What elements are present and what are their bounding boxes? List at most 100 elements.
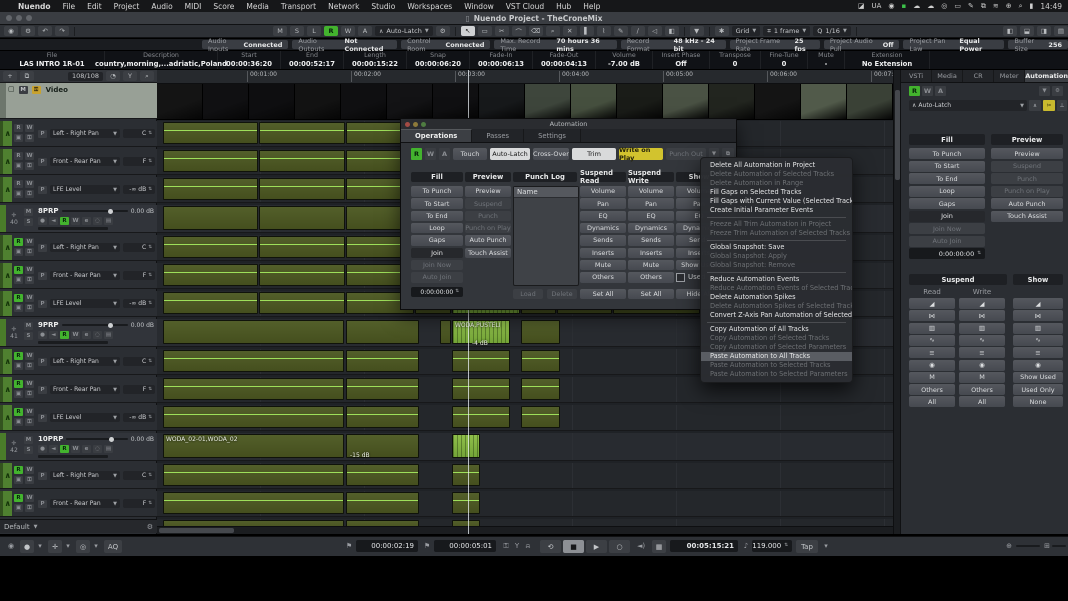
mute-button[interactable]: M	[19, 86, 28, 94]
automation-panel-window-controls[interactable]	[405, 122, 426, 127]
preset-name[interactable]: Default	[4, 523, 30, 531]
value-stepper-icon[interactable]: ⇅	[148, 474, 152, 478]
cycle-button[interactable]: ⟲	[540, 540, 561, 553]
fill-loop-button[interactable]: Loop	[909, 186, 985, 197]
suspend-read-dynamics-icon[interactable]: ∿	[909, 335, 955, 346]
trim-mode-icon[interactable]: ⊥	[1057, 100, 1067, 111]
volume-slider-knob[interactable]	[109, 437, 114, 442]
ap-suspend-read-volume-button[interactable]: Volume	[580, 186, 626, 197]
read-automation-button[interactable]: R	[14, 408, 23, 416]
stop-button[interactable]: ■	[563, 540, 584, 553]
parameter-select[interactable]: Front - Rear Pan▼	[50, 271, 120, 280]
automation-lane-header[interactable]: ∧RW▣⚿PFront - Rear Pan▼F⇅	[0, 263, 157, 289]
suspend-write-all-button[interactable]: All	[959, 396, 1005, 407]
glue-tool[interactable]: ⌒	[512, 26, 526, 36]
ap-preview-touch-assist-button[interactable]: Touch Assist	[465, 248, 511, 259]
color-menu-icon[interactable]: ▼	[690, 26, 704, 36]
read-automation-button[interactable]: R	[14, 180, 23, 188]
show-used-button[interactable]: Show Used	[1013, 372, 1063, 383]
edit-icon[interactable]: ▣	[14, 190, 23, 198]
read-automation-button[interactable]: R	[14, 380, 23, 388]
value-stepper-icon[interactable]: ⇅	[148, 132, 152, 136]
audio-event[interactable]	[259, 206, 345, 230]
parameter-select[interactable]: LFE Level▼	[50, 413, 120, 422]
zoom-in-icon[interactable]: ⊕	[1004, 540, 1014, 552]
menu-item-workspaces[interactable]: Workspaces	[401, 2, 458, 11]
ap-suspend-read-others-button[interactable]: Others	[580, 272, 626, 283]
lock-icon[interactable]: ⚿	[25, 248, 34, 256]
preview-touch-assist-button[interactable]: Touch Assist	[991, 211, 1063, 222]
ap-fill-join-button[interactable]: Join	[411, 248, 463, 259]
menu-item-midi[interactable]: MIDI	[179, 2, 208, 11]
write-automation-button[interactable]: W	[71, 445, 80, 453]
audio-event[interactable]	[163, 464, 344, 486]
activate-project-icon[interactable]: ◉	[4, 26, 18, 36]
audio-event[interactable]	[452, 350, 510, 372]
project-setup-icon[interactable]: ⚙	[21, 26, 35, 36]
automation-lane-header[interactable]: ∧RW▣⚿PFront - Rear Pan▼F⇅	[0, 377, 157, 403]
menu-item-nuendo[interactable]: Nuendo	[12, 2, 57, 11]
window-controls[interactable]	[6, 15, 32, 21]
volume-slider[interactable]	[62, 324, 128, 326]
parameter-value[interactable]: -∞ dB⇅	[123, 299, 155, 308]
suspend-read-pan-icon[interactable]: ⋈	[909, 310, 955, 321]
ap-suspend-write-volume-button[interactable]: Volume	[628, 186, 674, 197]
menu-item-media[interactable]: Media	[240, 2, 275, 11]
cloud-sync-icon[interactable]: ☁	[927, 2, 934, 10]
volume-slider[interactable]	[66, 438, 127, 440]
suspend-write-volume-icon[interactable]: ◢	[959, 298, 1005, 309]
suspend-read-inserts-icon[interactable]: ◉	[909, 360, 955, 371]
infoline-col-file[interactable]: FileLAS INTRO 1R-01	[0, 51, 105, 69]
punch-person-icon[interactable]: ⍾	[523, 540, 533, 552]
value-stepper-icon[interactable]: ⇅	[148, 302, 152, 306]
ap-fill-to-end-button[interactable]: To End	[411, 211, 463, 222]
globe-icon[interactable]: ⊕	[1006, 2, 1012, 10]
read-automation-button[interactable]: R	[14, 238, 23, 246]
fill-join-now-button[interactable]: Join Now	[909, 223, 985, 234]
parameter-select[interactable]: LFE Level▼	[50, 185, 120, 194]
chevron-down-icon[interactable]: ▾	[64, 540, 72, 552]
comp-tool[interactable]: ▌	[580, 26, 594, 36]
write-automation-button[interactable]: W	[71, 217, 80, 225]
split-tool[interactable]: ✂	[495, 26, 509, 36]
solo-button[interactable]: S	[24, 218, 33, 226]
minimize-window-icon[interactable]	[16, 15, 22, 21]
project-row[interactable]	[157, 433, 893, 461]
chevron-down-icon[interactable]: ▾	[36, 540, 44, 552]
show-inserts-icon[interactable]: ◉	[1013, 360, 1063, 371]
infoline-col-fine-tune[interactable]: Fine-Tune0	[761, 51, 808, 69]
automation-lane-header[interactable]: ∧RW▣⚿PLeft - Right Pan▼C⇅	[0, 121, 157, 147]
object-selection-tool[interactable]: ↖	[461, 26, 475, 36]
infoline-col-snap[interactable]: Snap00:00:06:20	[407, 51, 470, 69]
add-track-icon[interactable]: +	[3, 71, 17, 81]
audio-event[interactable]	[163, 350, 344, 372]
project-row[interactable]	[157, 463, 893, 489]
automation-mode-select[interactable]: ∧Auto-Latch▼	[375, 26, 433, 36]
menu-item-window[interactable]: Window	[458, 2, 500, 11]
menu-item-global-snapshot-save[interactable]: Global Snapshot: Save	[701, 243, 852, 252]
read-automation-button[interactable]: R	[14, 494, 23, 502]
lock-icon[interactable]: ⚿	[25, 504, 34, 512]
inserts-state-icon[interactable]: ▤	[104, 445, 113, 453]
vertical-zoom-slider[interactable]	[1052, 540, 1066, 552]
keyboard-layout-indicator[interactable]: UA	[871, 2, 881, 10]
crossover-mode-icon[interactable]: ✂	[1043, 100, 1055, 111]
audio-event[interactable]	[521, 320, 560, 344]
channel-edit-icon[interactable]: e	[82, 331, 91, 339]
parameter-value[interactable]: F⇅	[123, 157, 155, 166]
automation-tab-settings[interactable]: Settings	[524, 129, 581, 142]
write-automation-button[interactable]: W	[25, 380, 34, 388]
write-automation-button[interactable]: W	[25, 266, 34, 274]
preview-auto-punch-button[interactable]: Auto Punch	[991, 198, 1063, 209]
global-automation-w-button[interactable]: W	[341, 26, 355, 36]
audio-event[interactable]	[346, 350, 419, 372]
fill-to-start-button[interactable]: To Start	[909, 161, 985, 172]
ap-fill-time-field[interactable]: 0:00:00:00⇅	[411, 287, 463, 297]
automation-tab-passes[interactable]: Passes	[472, 129, 524, 142]
snap-type-select[interactable]: Grid▼	[732, 26, 761, 36]
lock-icon[interactable]: ⚿	[25, 190, 34, 198]
track-visibility-icon[interactable]: ⧉	[20, 71, 34, 81]
suspend-read-eq-icon[interactable]: ▥	[909, 323, 955, 334]
hscroll-thumb[interactable]	[159, 528, 234, 533]
automation-lane-header[interactable]: ∧RW▣⚿PLeft - Right Pan▼C⇅	[0, 235, 157, 261]
